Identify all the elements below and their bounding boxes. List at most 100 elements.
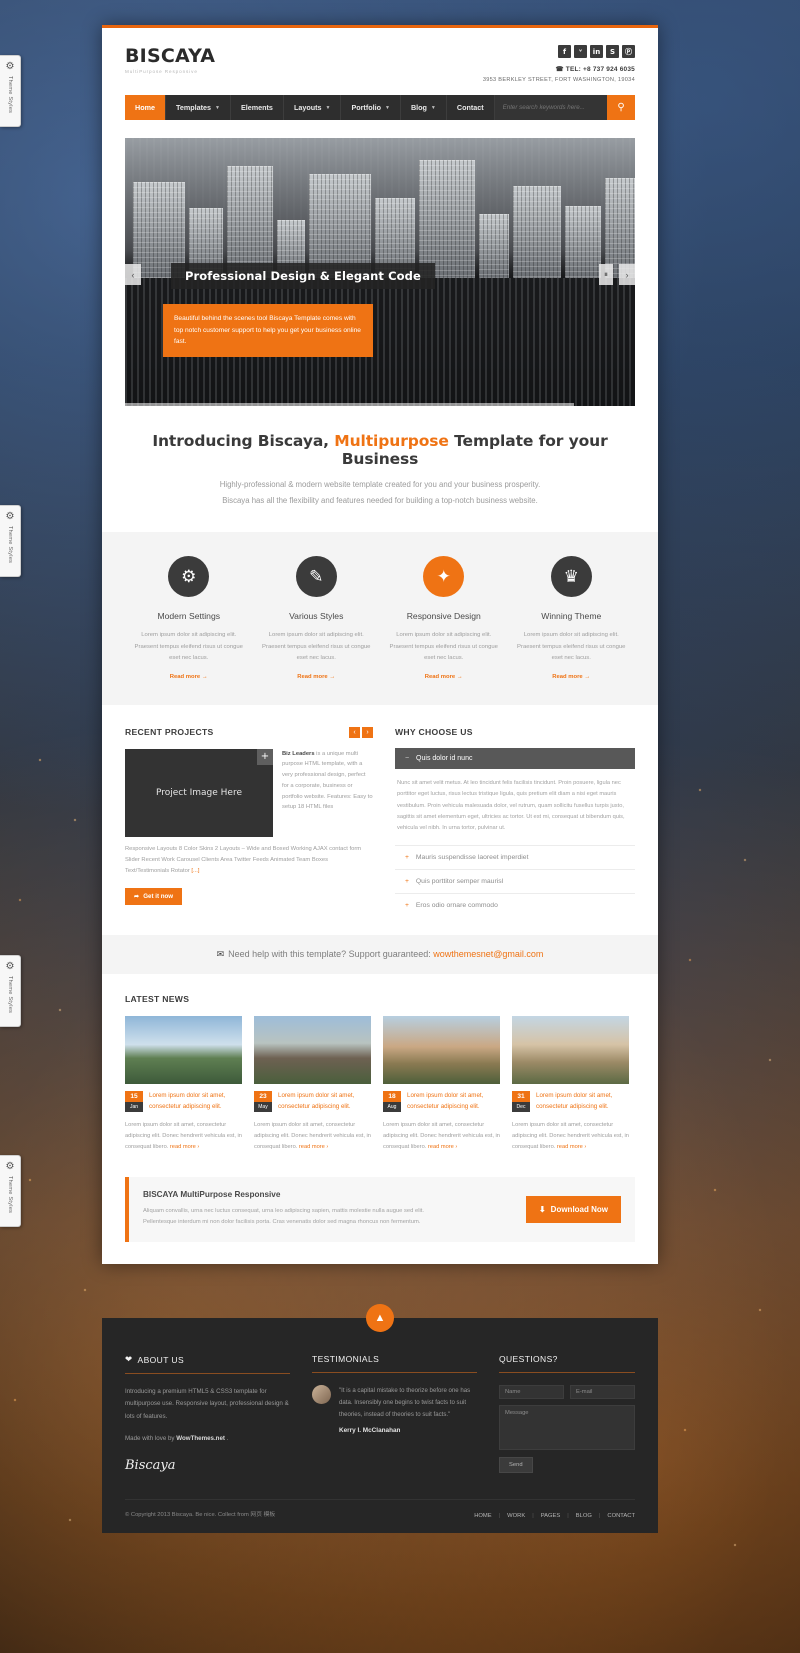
nav-item-templates[interactable]: Templates ▼ xyxy=(166,95,231,120)
skyline-graphic xyxy=(125,150,635,278)
intro-title-highlight: Multipurpose xyxy=(334,432,449,450)
email-field[interactable]: E-mail xyxy=(570,1385,635,1399)
intro-title-a: Introducing Biscaya, xyxy=(152,432,335,450)
footer-about-column: ❤ ABOUT US Introducing a premium HTML5 &… xyxy=(125,1354,290,1473)
footer-link-blog[interactable]: BLOG xyxy=(576,1513,592,1519)
support-email-link[interactable]: wowthemesnet@gmail.com xyxy=(433,949,543,959)
plus-icon[interactable]: + xyxy=(257,748,273,765)
send-button[interactable]: Send xyxy=(499,1457,533,1473)
project-thumbnail[interactable]: Project Image Here + xyxy=(125,748,273,837)
download-cta-banner: BISCAYA MultiPurpose Responsive Aliquam … xyxy=(125,1176,635,1242)
carousel-next-button[interactable]: › xyxy=(362,726,373,738)
slider-pause-button[interactable]: ⏸ xyxy=(599,264,613,285)
logo-text: BISCAYA xyxy=(125,45,216,67)
plus-icon: + xyxy=(405,853,409,861)
credit-post: . xyxy=(224,1435,229,1443)
news-thumbnail[interactable] xyxy=(254,1015,371,1084)
slider-next-button[interactable]: › xyxy=(619,264,635,285)
news-thumbnail[interactable] xyxy=(125,1015,242,1084)
feature-readmore-link[interactable]: Read more → xyxy=(425,674,463,680)
news-date: 15 Jan xyxy=(125,1090,143,1113)
news-title[interactable]: Lorem ipsum dolor sit amet, consectetur … xyxy=(536,1091,629,1113)
skype-icon[interactable]: S xyxy=(606,45,619,58)
nav-label: Elements xyxy=(240,103,273,112)
cta-line-2: Pellentesque interdum mi non dolor facil… xyxy=(143,1219,421,1226)
street-address: 3953 BERKLEY STREET, FORT WASHINGTON, 19… xyxy=(482,77,635,83)
footer-link-pages[interactable]: PAGES xyxy=(541,1513,561,1519)
download-icon: ⬇ xyxy=(538,1204,546,1214)
news-thumbnail[interactable] xyxy=(512,1015,629,1084)
message-field[interactable]: Message xyxy=(499,1405,635,1450)
testimonial-author: Kerry I. McClanahan xyxy=(339,1426,401,1434)
recent-projects-heading: RECENT PROJECTS xyxy=(125,727,214,738)
news-title[interactable]: Lorem ipsum dolor sit amet, consectetur … xyxy=(149,1091,242,1113)
theme-styles-tab-1[interactable]: ⚙ Theme Styles xyxy=(0,55,21,127)
twitter-icon[interactable]: ᵛ xyxy=(574,45,587,58)
theme-styles-tab-3[interactable]: ⚙ Theme Styles xyxy=(0,955,21,1027)
project-more-link[interactable]: [...] xyxy=(191,868,199,874)
intro-line-1: Highly-professional & modern website tem… xyxy=(219,480,541,489)
accordion-item[interactable]: + Quis porttitor semper maurisl xyxy=(395,868,635,893)
back-to-top-button[interactable]: ▲ xyxy=(366,1304,394,1332)
search-icon[interactable]: ⚲ xyxy=(607,95,635,120)
feature-readmore-link[interactable]: Read more → xyxy=(170,674,208,680)
linkedin-icon[interactable]: in xyxy=(590,45,603,58)
nav-item-layouts[interactable]: Layouts ▼ xyxy=(284,95,342,120)
feature-card: ✦ Responsive Design Lorem ipsum dolor si… xyxy=(380,556,508,683)
avatar xyxy=(312,1385,331,1404)
envelope-icon: ✉ xyxy=(216,948,225,959)
project-description: Biz Leaders is a unique multi purpose HT… xyxy=(282,749,373,837)
feature-readmore-link[interactable]: Read more → xyxy=(297,674,335,680)
support-text: Need help with this template? Support gu… xyxy=(228,948,434,959)
news-readmore-link[interactable]: read more › xyxy=(557,1144,586,1150)
cta-title: BISCAYA MultiPurpose Responsive xyxy=(143,1189,281,1199)
carousel-prev-button[interactable]: ‹ xyxy=(349,726,360,738)
trophy-icon: ♛ xyxy=(550,556,592,598)
footer-link-contact[interactable]: CONTACT xyxy=(607,1513,635,1519)
footer-link-home[interactable]: HOME xyxy=(474,1513,491,1519)
news-readmore-link[interactable]: read more › xyxy=(428,1144,457,1150)
nav-item-elements[interactable]: Elements xyxy=(231,95,284,120)
heart-icon: ❤ xyxy=(125,1354,133,1364)
news-title[interactable]: Lorem ipsum dolor sit amet, consectetur … xyxy=(407,1091,500,1113)
footer-link-work[interactable]: WORK xyxy=(507,1513,525,1519)
footer-questions-column: QUESTIONS? Name E-mail Message Send xyxy=(499,1354,635,1473)
wowthemes-link[interactable]: WowThemes.net xyxy=(176,1435,225,1442)
get-it-now-button[interactable]: ➦ Get it now xyxy=(125,887,183,905)
accordion-item[interactable]: + Eros odio ornare commodo xyxy=(395,892,635,917)
news-readmore-link[interactable]: read more › xyxy=(170,1144,199,1150)
hero-slider[interactable]: ‹ Professional Design & Elegant Code ⏸ ›… xyxy=(125,138,635,406)
news-month: Jan xyxy=(125,1101,143,1112)
theme-styles-tab-2[interactable]: ⚙ Theme Styles xyxy=(0,505,21,577)
search-field-wrap[interactable] xyxy=(494,95,607,120)
latest-news-heading: LATEST NEWS xyxy=(125,993,190,1004)
pinterest-icon[interactable]: Ⓟ xyxy=(622,45,635,58)
facebook-icon[interactable]: f xyxy=(558,45,571,58)
copyright-text: © Copyright 2013 Biscaya. Be nice. Colle… xyxy=(125,1512,276,1518)
name-field[interactable]: Name xyxy=(499,1385,564,1399)
pencil-icon: ✎ xyxy=(295,556,337,598)
download-now-button[interactable]: ⬇ Download Now xyxy=(525,1195,621,1223)
logo[interactable]: BISCAYA MultiPurpose Responsive xyxy=(125,45,215,74)
theme-styles-tab-4[interactable]: ⚙ Theme Styles xyxy=(0,1155,21,1227)
nav-item-home[interactable]: Home xyxy=(125,95,166,120)
footer-script-logo: Biscaya xyxy=(125,1457,176,1473)
nav-item-blog[interactable]: Blog ▼ xyxy=(401,95,447,120)
project-more-text: Responsive Layouts 8 Color Skins 2 Layou… xyxy=(125,845,362,875)
accordion-item-open[interactable]: − Quis dolor id nunc xyxy=(395,747,635,769)
nav-item-contact[interactable]: Contact xyxy=(447,95,495,120)
slider-prev-button[interactable]: ‹ xyxy=(125,264,141,285)
feature-readmore-link[interactable]: Read more → xyxy=(552,674,590,680)
nav-item-portfolio[interactable]: Portfolio ▼ xyxy=(341,95,401,120)
news-thumbnail[interactable] xyxy=(383,1015,500,1084)
site-header: BISCAYA MultiPurpose Responsive f ᵛ in S… xyxy=(125,28,635,95)
news-date: 23 May xyxy=(254,1090,272,1113)
search-input[interactable] xyxy=(502,104,599,111)
chevron-down-icon: ▼ xyxy=(215,104,220,111)
chevron-down-icon: ▼ xyxy=(385,104,390,111)
news-readmore-link[interactable]: read more › xyxy=(299,1144,328,1150)
separator: | xyxy=(498,1512,501,1519)
accordion-item[interactable]: + Mauris suspendisse laoreet imperdiet xyxy=(395,844,635,869)
news-month: Aug xyxy=(383,1101,401,1112)
news-title[interactable]: Lorem ipsum dolor sit amet, consectetur … xyxy=(278,1091,371,1113)
